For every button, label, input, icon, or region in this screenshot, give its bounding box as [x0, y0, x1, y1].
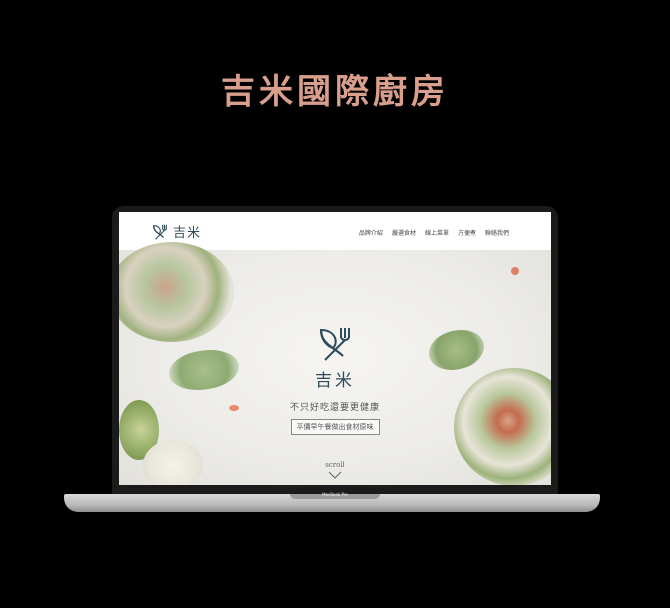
- nav-links: 品牌介紹 嚴選食材 線上菜單 方便煮 聯絡我們: [359, 228, 509, 237]
- hero-slogan: 不只好吃還要更健康: [289, 403, 380, 413]
- site-logo[interactable]: 吉米: [151, 222, 201, 241]
- hero-center: 吉米 不只好吃還要更健康 平價早午餐做出食材原味: [119, 324, 551, 435]
- fork-leaf-icon: [153, 224, 167, 240]
- chevron-down-icon[interactable]: [328, 471, 342, 479]
- device-model-label: MacBook Pro: [322, 492, 348, 497]
- nav-item-brand[interactable]: 品牌介紹: [359, 228, 383, 237]
- promo-title: 吉米國際廚房: [221, 72, 449, 112]
- logo-text: 吉米: [173, 226, 202, 241]
- nav-item-contact[interactable]: 聯絡我們: [485, 228, 509, 237]
- scroll-label: scroll: [325, 461, 345, 469]
- fork-leaf-icon: [319, 328, 350, 361]
- nav-item-easy-cook[interactable]: 方便煮: [458, 228, 476, 237]
- hero-subtitle: 平價早午餐做出食材原味: [290, 419, 380, 435]
- hero-brand: 吉米: [315, 371, 355, 391]
- hero-section: 吉米 不只好吃還要更健康 平價早午餐做出食材原味 scroll: [119, 242, 551, 485]
- nav-item-menu[interactable]: 線上菜單: [425, 228, 449, 237]
- website-screen: 吉米 品牌介紹 嚴選食材 線上菜單 方便煮 聯絡我們 吉米 不只好吃還要更健康: [119, 212, 551, 485]
- tomato-piece-image: [511, 267, 519, 275]
- nav-item-ingredients[interactable]: 嚴選食材: [392, 228, 416, 237]
